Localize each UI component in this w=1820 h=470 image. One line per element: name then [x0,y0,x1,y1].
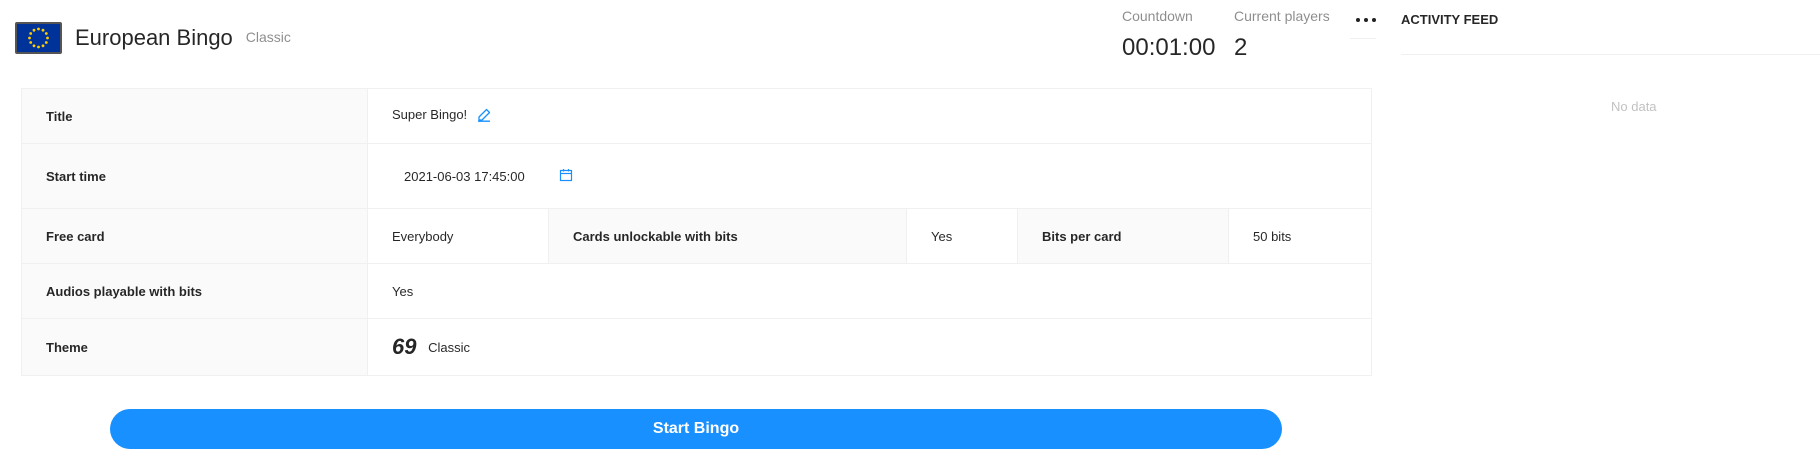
countdown-label: Countdown [1122,8,1193,24]
start-time-picker[interactable]: 2021-06-03 17:45:00 [392,161,585,191]
table-row: Title Super Bingo! [21,88,1373,144]
table-row: Start time 2021-06-03 17:45:00 [21,143,1373,209]
title-label: Title [21,88,368,144]
players-stat: Current players 2 [1234,8,1330,62]
audios-label: Audios playable with bits [21,263,368,319]
countdown-value: 00:01:00 [1122,34,1216,61]
activity-feed: ACTIVITY FEED No data [1401,0,1820,470]
players-value: 2 [1234,34,1248,61]
theme-cell: 69 Classic [366,318,1373,376]
cards-unlockable-label: Cards unlockable with bits [548,208,907,264]
more-icon[interactable] [1352,10,1380,30]
theme-label: Theme [21,318,368,376]
start-time-label: Start time [21,143,368,209]
start-time-value: 2021-06-03 17:45:00 [404,168,525,184]
title-cell: Super Bingo! [366,88,1373,144]
theme-number: 69 [392,334,417,359]
title-value: Super Bingo! [392,107,468,123]
start-time-cell: 2021-06-03 17:45:00 [366,143,1373,209]
audios-value: Yes [366,263,1373,319]
edit-icon[interactable] [477,108,491,125]
free-card-value: Everybody [367,208,549,264]
start-bingo-button[interactable]: Start Bingo [110,409,1282,449]
game-header: European Bingo Classic [15,18,291,58]
divider [1401,54,1820,55]
cards-unlockable-value: Yes [906,208,1018,264]
game-type-label: Classic [245,29,291,45]
activity-feed-title: ACTIVITY FEED [1401,12,1499,27]
table-row: Theme 69 Classic [21,318,1373,376]
countdown-stat: Countdown 00:01:00 [1122,8,1215,62]
game-details-table: Title Super Bingo! Start time 2021-06-03… [21,88,1373,376]
calendar-icon[interactable] [559,168,573,185]
divider [1350,38,1376,39]
players-label: Current players [1234,8,1330,24]
page-title: European Bingo [75,25,233,50]
bits-per-card-label: Bits per card [1017,208,1229,264]
table-row: Free card Everybody Cards unlockable wit… [21,208,1373,264]
theme-name: Classic [428,339,471,355]
activity-empty-text: No data [1611,99,1657,114]
free-card-label: Free card [21,208,368,264]
eu-flag-icon [15,22,62,54]
bits-per-card-value: 50 bits [1227,208,1373,264]
table-row: Audios playable with bits Yes [21,263,1373,319]
